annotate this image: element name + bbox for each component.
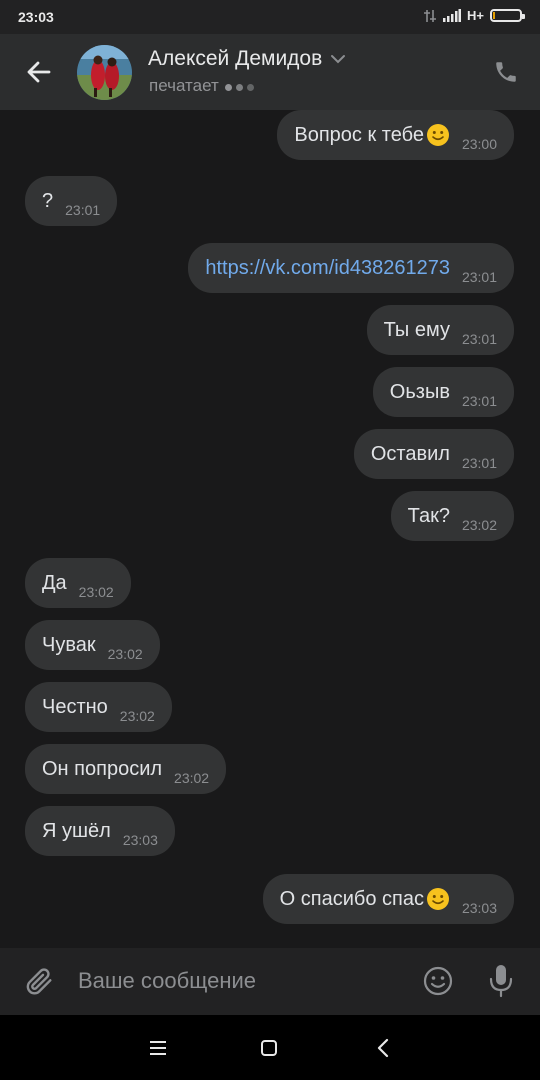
message-text: Ты ему [383,318,450,341]
message-time: 23:01 [65,202,101,218]
status-icons: H+ [423,8,525,23]
message-text: Честно [42,695,108,718]
message-text: Так? [407,504,450,527]
outgoing-message[interactable]: О спасибо спас 23:03 [262,874,514,924]
no-sim-icon [424,9,437,22]
message-input[interactable] [78,962,398,1000]
status-time: 23:03 [18,9,54,25]
message-text: Он попросил [42,757,163,780]
message-text: О спасибо спас [279,887,424,910]
phone-icon [496,62,516,82]
home-square-icon [261,1040,277,1056]
incoming-message[interactable]: Да 23:02 [25,558,131,608]
smile-emoji-icon [426,888,449,910]
network-type: H+ [467,8,484,23]
outgoing-message[interactable]: Вопрос к тебе 23:00 [277,110,514,160]
menu-icon [150,1041,166,1055]
outgoing-message[interactable]: Так? 23:02 [390,491,514,541]
typing-status-text: печатает [149,76,219,95]
message-time: 23:01 [461,393,497,409]
message-list[interactable]: Вопрос к тебе 23:00? 23:01 https://vk.com/i… [0,110,540,948]
outgoing-message[interactable]: Оьзыв 23:01 [372,367,514,417]
message-time: 23:02 [119,708,155,724]
status-bar: 23:03 H+ [0,0,540,34]
message-text: ? [42,189,54,212]
message-text: Я ушёл [42,819,111,842]
chat-header: Алексей Демидов печатает [0,34,540,110]
message-time: 23:01 [461,269,497,285]
paperclip-icon [26,968,52,995]
microphone-icon [489,965,513,998]
message-time: 23:02 [174,770,210,786]
nav-back-button[interactable] [368,1033,398,1063]
message-text: Оставил [370,442,450,465]
arrow-left-icon [27,61,51,83]
outgoing-message[interactable]: https://vk.com/id438261273 23:01 [188,243,514,293]
typing-status: печатает [149,76,254,96]
signal-icon [443,9,462,22]
incoming-message[interactable]: Он попросил 23:02 [25,744,227,794]
message-text: Оьзыв [389,380,450,403]
back-button[interactable] [20,54,56,90]
system-nav-bar [0,1015,540,1080]
voice-message-button[interactable] [483,961,519,1001]
incoming-message[interactable]: ? 23:01 [25,176,118,226]
battery-level [493,12,495,19]
nav-menu-button[interactable] [143,1033,173,1063]
message-time: 23:01 [461,331,497,347]
message-time: 23:03 [122,832,158,848]
message-time: 23:02 [461,517,497,533]
outgoing-message[interactable]: Оставил 23:01 [353,429,514,479]
message-time: 23:03 [461,900,497,916]
message-time: 23:02 [107,646,143,662]
contact-name[interactable]: Алексей Демидов [148,47,346,71]
battery-icon [490,9,525,22]
smile-emoji-icon [426,124,449,146]
message-time: 23:00 [461,136,497,152]
nav-home-button[interactable] [254,1033,284,1063]
message-time: 23:02 [78,584,114,600]
chevron-left-icon [377,1038,389,1058]
emoji-button[interactable] [420,963,456,999]
smiley-icon [423,966,453,996]
contact-name-text: Алексей Демидов [148,47,323,70]
message-time: 23:01 [461,455,497,471]
message-composer [0,948,540,1015]
message-text: Чувак [42,633,96,656]
message-link[interactable]: https://vk.com/id438261273 [205,257,450,280]
typing-dots-icon [224,83,254,91]
incoming-message[interactable]: Честно 23:02 [25,682,172,732]
chevron-down-icon [331,55,346,64]
message-text: Вопрос к тебе [294,123,424,146]
outgoing-message[interactable]: Ты ему 23:01 [366,305,514,355]
incoming-message[interactable]: Я ушёл 23:03 [25,806,175,856]
call-button[interactable] [490,56,522,88]
message-text: Да [42,571,67,594]
avatar-photo [77,45,132,100]
incoming-message[interactable]: Чувак 23:02 [25,620,160,670]
attach-button[interactable] [20,962,58,1000]
avatar[interactable] [77,45,132,100]
